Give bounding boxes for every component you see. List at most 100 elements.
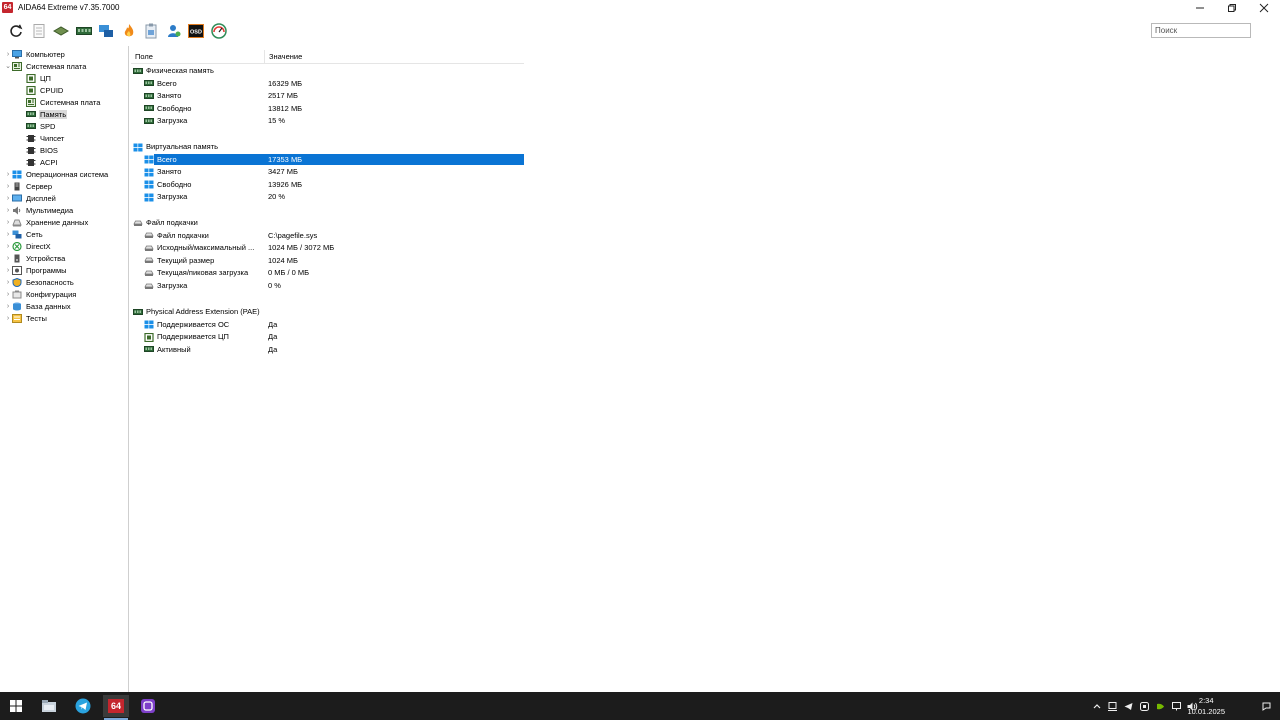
tree-item[interactable]: SPD (26, 120, 56, 132)
field-label: Загрузка (157, 192, 188, 202)
table-row[interactable]: Загрузка 20 % (131, 191, 524, 202)
notifications-icon[interactable] (1260, 700, 1272, 712)
network-icon[interactable] (1171, 700, 1181, 712)
expand-chevron-icon[interactable]: › (4, 171, 12, 178)
table-row[interactable]: Свободно 13812 МБ (131, 103, 524, 114)
memory-icon[interactable] (75, 23, 92, 39)
taskbar-app-telegram[interactable] (72, 695, 94, 717)
expand-chevron-icon[interactable]: › (4, 195, 12, 202)
memory-icon (144, 79, 154, 87)
table-row[interactable]: Файл подкачки C:\pagefile.sys (131, 230, 524, 241)
navigation-tree: › Компьютер ⌄ Системная плата ЦП CPUID Системн… (0, 46, 129, 692)
expand-chevron-icon[interactable]: › (4, 315, 12, 322)
tree-item[interactable]: › База данных (4, 300, 72, 312)
expand-chevron-icon[interactable]: › (4, 231, 12, 238)
tree-item[interactable]: › Операционная система (4, 168, 109, 180)
tree-item[interactable]: Память (26, 108, 68, 120)
clipboard-icon[interactable] (143, 23, 159, 39)
expand-chevron-icon[interactable]: › (4, 303, 12, 310)
expand-chevron-icon[interactable]: › (4, 207, 12, 214)
start-button[interactable] (5, 695, 27, 717)
tray-overflow-chevron-icon[interactable] (1092, 700, 1102, 712)
field-value: Да (268, 344, 278, 354)
search-input[interactable]: Поиск (1151, 23, 1251, 38)
taskbar-app-aida64[interactable]: 64 (103, 695, 129, 717)
server-icon (12, 182, 22, 191)
tray-tablet-icon[interactable] (1107, 700, 1117, 712)
tree-item[interactable]: › Устройства (4, 252, 66, 264)
group-header[interactable]: Виртуальная память (131, 141, 524, 152)
expand-chevron-icon[interactable]: › (4, 183, 12, 190)
expand-chevron-icon[interactable]: › (4, 291, 12, 298)
tree-item[interactable]: ACPI (26, 156, 59, 168)
taskbar-app-explorer[interactable] (38, 695, 60, 717)
tree-item[interactable]: CPUID (26, 84, 64, 96)
table-row[interactable]: Поддерживается ЦП Да (131, 331, 524, 342)
tree-item[interactable]: › Дисплей (4, 192, 57, 204)
expand-chevron-icon[interactable]: › (4, 255, 12, 262)
report-icon[interactable] (31, 23, 47, 39)
user-icon[interactable] (166, 23, 182, 39)
group-title: Виртуальная память (146, 142, 219, 151)
close-button[interactable] (1248, 0, 1280, 15)
field-value: 1024 МБ / 3072 МБ (268, 243, 335, 253)
tray-telegram-icon[interactable] (1123, 700, 1133, 712)
group-header[interactable]: Файл подкачки (131, 217, 524, 228)
tree-item[interactable]: › DirectX (4, 240, 52, 252)
field-label: Занято (157, 167, 182, 177)
osd-icon[interactable]: OSD (188, 23, 204, 39)
tree-item[interactable]: › Хранение данных (4, 216, 89, 228)
tree-item[interactable]: ⌄ Системная плата (4, 60, 87, 72)
expand-chevron-icon[interactable]: › (4, 279, 12, 286)
tray-nvidia-icon[interactable] (1155, 700, 1165, 712)
table-row[interactable]: Всего 16329 МБ (131, 78, 524, 89)
tray-app-icon[interactable] (1139, 700, 1149, 712)
column-header-field[interactable]: Поле (131, 50, 265, 63)
group-header[interactable]: Physical Address Extension (PAE) (131, 306, 524, 317)
motherboard-icon[interactable] (53, 23, 69, 39)
tree-item[interactable]: › Мультимедиа (4, 204, 74, 216)
table-row[interactable]: Поддерживается ОС Да (131, 319, 524, 330)
directx-icon (12, 241, 22, 251)
minimize-button[interactable] (1184, 0, 1216, 15)
table-row[interactable]: Всего 17353 МБ (131, 154, 524, 165)
refresh-icon[interactable] (8, 23, 24, 39)
field-value: 15 % (268, 116, 286, 126)
gauge-icon[interactable] (210, 23, 227, 39)
network-icon[interactable] (98, 23, 114, 39)
table-row[interactable]: Активный Да (131, 344, 524, 355)
table-row[interactable]: Текущая/пиковая загрузка 0 МБ / 0 МБ (131, 267, 524, 278)
tree-item[interactable]: › Компьютер (4, 48, 66, 60)
system-clock[interactable]: 2:34 10.01.2025 (1187, 695, 1225, 717)
tree-item[interactable]: › Безопасность (4, 276, 75, 288)
tree-item[interactable]: › Сервер (4, 180, 53, 192)
table-row[interactable]: Исходный/максимальный ... 1024 МБ / 3072 … (131, 242, 524, 253)
table-row[interactable]: Свободно 13926 МБ (131, 179, 524, 190)
tree-item[interactable]: › Программы (4, 264, 68, 276)
field-label: Свободно (157, 179, 192, 189)
tests-icon (12, 313, 22, 323)
tree-item[interactable]: › Тесты (4, 312, 48, 324)
expand-chevron-icon[interactable]: › (4, 267, 12, 274)
taskbar-app-purple[interactable] (137, 695, 159, 717)
table-row[interactable]: Занято 3427 МБ (131, 166, 524, 177)
table-row[interactable]: Текущий размер 1024 МБ (131, 255, 524, 266)
expand-chevron-icon[interactable]: › (4, 219, 12, 226)
tree-item-label: Хранение данных (26, 217, 89, 227)
table-row[interactable]: Занято 2517 МБ (131, 90, 524, 101)
restore-button[interactable] (1216, 0, 1248, 15)
collapse-chevron-icon[interactable]: ⌄ (4, 62, 12, 70)
table-row[interactable]: Загрузка 0 % (131, 280, 524, 291)
tree-item[interactable]: Системная плата (26, 96, 101, 108)
tree-item[interactable]: BIOS (26, 144, 59, 156)
tree-item[interactable]: ЦП (26, 72, 52, 84)
column-header-value[interactable]: Значение (265, 50, 302, 63)
group-header[interactable]: Физическая память (131, 65, 524, 76)
flame-icon[interactable] (121, 23, 137, 39)
tree-item[interactable]: › Сеть (4, 228, 44, 240)
tree-item[interactable]: › Конфигурация (4, 288, 77, 300)
expand-chevron-icon[interactable]: › (4, 51, 12, 58)
table-row[interactable]: Загрузка 15 % (131, 115, 524, 126)
expand-chevron-icon[interactable]: › (4, 243, 12, 250)
tree-item[interactable]: Чипсет (26, 132, 65, 144)
